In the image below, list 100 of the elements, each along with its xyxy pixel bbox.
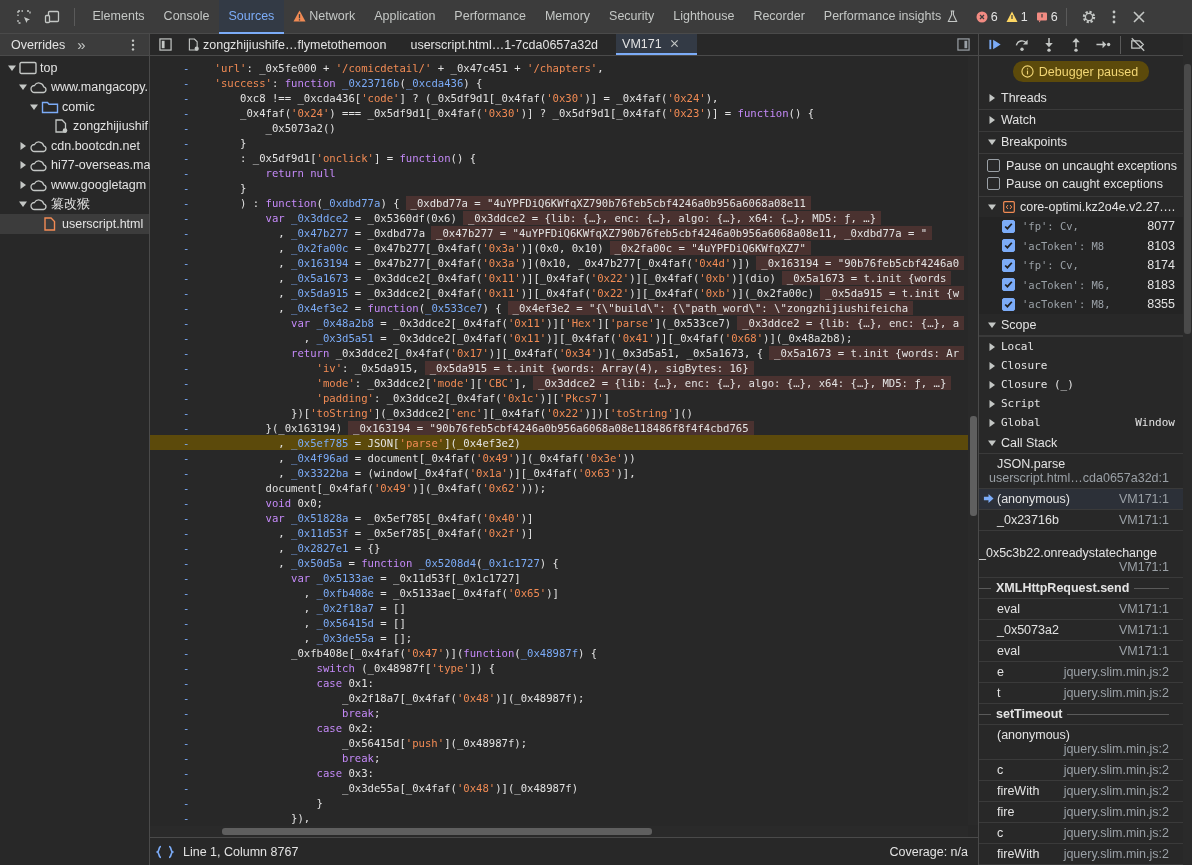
- stack-frame-name[interactable]: (anonymous): [997, 728, 1070, 742]
- breakpoint-checkbox[interactable]: [1002, 219, 1015, 233]
- stack-frame-location[interactable]: VM171:1: [1110, 623, 1169, 637]
- sidebar-toggle-icon[interactable]: [159, 38, 172, 51]
- tree-item[interactable]: www.mangacopy.: [0, 77, 149, 97]
- stack-frame-name[interactable]: eval: [997, 602, 1020, 616]
- more-icon[interactable]: [1111, 8, 1116, 25]
- caret-icon[interactable]: [30, 102, 38, 111]
- device-icon[interactable]: [44, 8, 60, 25]
- caret-icon[interactable]: [988, 380, 996, 389]
- scope-item[interactable]: Closure (_): [1001, 378, 1074, 391]
- stack-frame-location[interactable]: VM171:1: [1110, 644, 1169, 658]
- panel-tab[interactable]: Console: [154, 0, 219, 34]
- caret-icon[interactable]: [988, 418, 996, 427]
- panel-tab[interactable]: Performance: [444, 0, 536, 34]
- tree-item[interactable]: top: [0, 58, 149, 78]
- stack-frame-name[interactable]: _0x23716b: [997, 513, 1059, 527]
- panel-tab[interactable]: Application: [364, 0, 445, 34]
- tree-item[interactable]: hi77-overseas.ma: [0, 155, 149, 175]
- pause-option-checkbox[interactable]: Pause on uncaught exceptions: [979, 156, 1183, 175]
- scope-item[interactable]: Script: [1001, 397, 1041, 410]
- caret-icon[interactable]: [19, 161, 27, 170]
- stack-frame-location[interactable]: jquery.slim.min.js:2: [1055, 805, 1169, 819]
- settings-icon[interactable]: [1080, 8, 1097, 25]
- stack-frame-name[interactable]: fireWith: [997, 847, 1040, 861]
- breakpoint-checkbox[interactable]: [1002, 297, 1015, 311]
- scope-item[interactable]: Global: [1001, 416, 1041, 429]
- caret-icon[interactable]: [19, 180, 27, 189]
- panel-tab[interactable]: Security: [599, 0, 664, 34]
- stack-frame-location[interactable]: VM171:1: [1110, 513, 1169, 527]
- scope-item[interactable]: Local: [1001, 340, 1035, 353]
- breakpoint-checkbox[interactable]: [1002, 278, 1015, 292]
- overrides-tab[interactable]: Overrides: [11, 37, 66, 52]
- stack-frame-location[interactable]: jquery.slim.min.js:2: [1055, 847, 1169, 861]
- tree-item[interactable]: zongzhijiushif: [0, 116, 149, 136]
- stack-frame-name[interactable]: e: [997, 665, 1004, 679]
- counter-badge[interactable]: 1: [1005, 9, 1028, 24]
- stack-frame-name[interactable]: eval: [997, 644, 1020, 658]
- panel-tab[interactable]: Recorder: [743, 0, 815, 34]
- file-tab[interactable]: userscript.html…1-7cda0657a32d: [404, 34, 617, 55]
- panel-tab[interactable]: Lighthouse: [663, 0, 744, 34]
- tree-item[interactable]: www.googletagm: [0, 175, 149, 195]
- stack-frame-location[interactable]: VM171:1: [1110, 560, 1169, 574]
- caret-icon[interactable]: [988, 361, 996, 370]
- stack-frame-name[interactable]: t: [997, 686, 1001, 700]
- counter-badge[interactable]: 6: [1035, 9, 1058, 24]
- stack-frame-location[interactable]: jquery.slim.min.js:2: [1055, 826, 1169, 840]
- caret-icon[interactable]: [988, 342, 996, 351]
- sidebar-toggle-icon[interactable]: [957, 38, 970, 51]
- panel-tab[interactable]: Sources: [219, 0, 284, 34]
- stack-frame-location[interactable]: jquery.slim.min.js:2: [1055, 742, 1169, 756]
- panel-tab[interactable]: Performance insights: [814, 0, 951, 34]
- code-line: , _0xfb408e = _0x5133ae[_0x4faf('0x65')]: [302, 586, 559, 599]
- stack-frame-name[interactable]: _0x5073a2: [997, 623, 1059, 637]
- tree-item[interactable]: userscript.html: [0, 214, 149, 234]
- panel-tab[interactable]: Elements: [83, 0, 155, 34]
- deactivate-breakpoints-icon[interactable]: [1130, 37, 1146, 52]
- stack-frame-location[interactable]: jquery.slim.min.js:2: [1055, 665, 1169, 679]
- format-icon[interactable]: [156, 844, 174, 859]
- caret-icon[interactable]: [19, 83, 27, 92]
- caret-icon[interactable]: [19, 200, 27, 209]
- inline-value: _0x2fa00c = "4uYPFDiQ6KWfqXZ7": [609, 240, 811, 255]
- file-tab[interactable]: zongzhijiushife…flymetothemoon: [182, 34, 405, 55]
- stack-frame-name[interactable]: c: [997, 763, 1004, 777]
- breakpoint-file[interactable]: core-optimi.kz2o4e.v2.27.…: [1020, 199, 1176, 214]
- inspect-icon[interactable]: [16, 8, 32, 25]
- close-icon[interactable]: [1130, 8, 1147, 25]
- tree-item[interactable]: 篡改猴: [0, 194, 149, 214]
- scope-item[interactable]: Closure: [1001, 359, 1048, 372]
- file-tab[interactable]: VM171: [616, 34, 697, 55]
- stack-frame-name[interactable]: (anonymous): [997, 492, 1070, 506]
- stack-frame-name[interactable]: fire: [997, 805, 1015, 819]
- stack-frame-location[interactable]: jquery.slim.min.js:2: [1055, 686, 1169, 700]
- stack-frame-location[interactable]: userscript.html…cda0657a32d:1: [981, 471, 1169, 485]
- stack-frame-location[interactable]: VM171:1: [1110, 602, 1169, 616]
- tree-item[interactable]: comic: [0, 97, 149, 117]
- panel-tab[interactable]: Memory: [535, 0, 600, 34]
- caret-icon[interactable]: [988, 202, 996, 211]
- more-icon[interactable]: [131, 37, 135, 52]
- stack-frame-location[interactable]: jquery.slim.min.js:2: [1055, 763, 1169, 777]
- caret-icon[interactable]: [8, 63, 16, 72]
- resume-icon[interactable]: [987, 37, 1003, 52]
- flask-icon[interactable]: [946, 10, 958, 23]
- caret-icon[interactable]: [988, 399, 996, 408]
- pause-option-checkbox[interactable]: Pause on caught exceptions: [979, 174, 1183, 193]
- stack-frame-location[interactable]: VM171:1: [1110, 492, 1169, 506]
- panel-tab[interactable]: Network: [283, 0, 365, 34]
- stack-frame-name[interactable]: JSON.parse: [997, 457, 1066, 471]
- step-over-icon[interactable]: [1014, 37, 1030, 52]
- tree-item[interactable]: cdn.bootcdn.net: [0, 136, 149, 156]
- stack-frame-name[interactable]: _0x5c3b22.onreadystatechange: [979, 546, 1157, 560]
- stack-frame-name[interactable]: fireWith: [997, 784, 1040, 798]
- breakpoint-checkbox[interactable]: [1002, 258, 1015, 272]
- more-tabs-button[interactable]: »: [77, 36, 86, 53]
- stack-frame-name[interactable]: c: [997, 826, 1004, 840]
- close-icon[interactable]: [669, 39, 679, 48]
- caret-icon[interactable]: [19, 141, 27, 150]
- stack-frame-location[interactable]: jquery.slim.min.js:2: [1055, 784, 1169, 798]
- counter-badge[interactable]: 6: [975, 9, 998, 24]
- breakpoint-checkbox[interactable]: [1002, 239, 1015, 253]
